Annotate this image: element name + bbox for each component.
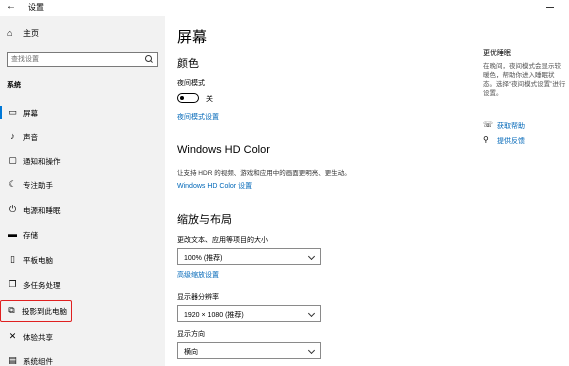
page-title: 屏幕 xyxy=(177,29,208,46)
moon-icon: ☾ xyxy=(8,179,17,189)
sidebar-item-storage[interactable]: ▬ 存储 xyxy=(0,224,165,246)
sidebar-item-sound[interactable]: ♪ 声音 xyxy=(0,126,165,148)
scale-layout-heading: 缩放与布局 xyxy=(177,214,232,226)
related-title: 更优睡眠 xyxy=(483,50,511,57)
night-light-state: 关 xyxy=(206,96,213,103)
main-content: 屏幕 颜色 夜间模式 关 夜间模式设置 Windows HD Color 让支持… xyxy=(165,16,475,366)
scale-label: 更改文本、应用等项目的大小 xyxy=(177,237,268,244)
title-bar: ← 设置 xyxy=(0,0,569,16)
hd-color-heading: Windows HD Color xyxy=(177,144,270,156)
orientation-dropdown[interactable]: 横向 xyxy=(177,342,321,359)
components-icon: ▤ xyxy=(8,355,17,365)
related-description: 在晚间，夜间模式会显示较暖色，帮助你进入睡眠状态。选择“夜间模式设置”进行设置。 xyxy=(483,63,566,97)
sidebar-item-label: 平板电脑 xyxy=(23,256,53,265)
related-panel: 更优睡眠 在晚间，夜间模式会显示较暖色，帮助你进入睡眠状态。选择“夜间模式设置”… xyxy=(475,16,569,366)
night-light-settings-link[interactable]: 夜间模式设置 xyxy=(177,112,219,122)
orientation-label: 显示方向 xyxy=(177,331,205,338)
sidebar-item-label: 屏幕 xyxy=(23,109,38,118)
chevron-down-icon xyxy=(307,346,316,355)
feedback-icon: ⚲ xyxy=(483,135,489,144)
chevron-down-icon xyxy=(307,252,316,261)
speaker-icon: ♪ xyxy=(10,131,15,141)
share-icon: ✕ xyxy=(8,331,17,341)
hd-color-description: 让支持 HDR 的视频、游戏和应用中的画面更明亮、更生动。 xyxy=(177,170,351,177)
display-icon: ▭ xyxy=(8,107,17,117)
storage-icon: ▬ xyxy=(8,229,17,239)
sidebar-home-label: 主页 xyxy=(23,29,39,38)
sidebar-item-multitasking[interactable]: ❐ 多任务处理 xyxy=(0,274,165,296)
sidebar-item-display[interactable]: ▭ 屏幕 xyxy=(0,102,165,124)
back-arrow-icon[interactable]: ← xyxy=(6,1,18,13)
power-icon: ⏻ xyxy=(8,204,17,214)
search-input[interactable] xyxy=(11,54,136,65)
search-icon[interactable] xyxy=(145,55,154,64)
hd-color-settings-link[interactable]: Windows HD Color 设置 xyxy=(177,181,252,191)
project-icon: ⧉ xyxy=(8,305,15,315)
sidebar-item-label: 存储 xyxy=(23,231,38,240)
sidebar-item-label: 声音 xyxy=(23,133,38,142)
chevron-down-icon xyxy=(307,309,316,318)
feedback-link[interactable]: 提供反馈 xyxy=(497,136,525,146)
orientation-value: 横向 xyxy=(184,349,198,356)
sidebar-item-label: 体验共享 xyxy=(23,333,53,342)
home-icon: ⌂ xyxy=(7,28,13,38)
sidebar-item-label: 电源和睡眠 xyxy=(23,206,61,215)
resolution-dropdown[interactable]: 1920 × 1080 (推荐) xyxy=(177,305,321,322)
sidebar-item-focus-assist[interactable]: ☾ 专注助手 xyxy=(0,174,165,196)
sidebar-item-shared-experiences[interactable]: ✕ 体验共享 xyxy=(0,326,165,348)
minimize-icon[interactable] xyxy=(545,2,555,12)
sidebar-item-notifications[interactable]: ▢ 通知和操作 xyxy=(0,150,165,172)
multitasking-icon: ❐ xyxy=(8,279,17,289)
sidebar-item-power[interactable]: ⏻ 电源和睡眠 xyxy=(0,199,165,221)
sidebar-item-project[interactable]: ⧉ 投影到此电脑 xyxy=(0,300,72,322)
sidebar: ⌂ 主页 系统 ▭ 屏幕 ♪ 声音 ▢ 通知和操作 ☾ 专注助手 ⏻ 电源和睡眠… xyxy=(0,16,165,366)
night-light-toggle[interactable] xyxy=(177,93,199,103)
sidebar-section-label: 系统 xyxy=(7,82,21,89)
help-icon: ☏ xyxy=(483,120,494,129)
sidebar-item-label: 多任务处理 xyxy=(23,281,61,290)
sidebar-item-label: 系统组件 xyxy=(23,357,53,366)
night-light-label: 夜间模式 xyxy=(177,80,205,87)
notification-icon: ▢ xyxy=(8,155,17,165)
resolution-value: 1920 × 1080 (推荐) xyxy=(184,312,244,319)
color-heading: 颜色 xyxy=(177,58,199,70)
sidebar-item-components[interactable]: ▤ 系统组件 xyxy=(0,350,165,366)
sidebar-item-label: 专注助手 xyxy=(23,181,53,190)
sidebar-item-label: 投影到此电脑 xyxy=(22,307,67,316)
resolution-label: 显示器分辨率 xyxy=(177,294,219,301)
scale-dropdown[interactable]: 100% (推荐) xyxy=(177,248,321,265)
scale-value: 100% (推荐) xyxy=(184,255,223,262)
app-title: 设置 xyxy=(28,3,44,12)
search-field[interactable] xyxy=(7,52,158,67)
get-help-link[interactable]: 获取帮助 xyxy=(497,121,525,131)
sidebar-item-tablet[interactable]: ▯ 平板电脑 xyxy=(0,249,165,271)
sidebar-item-label: 通知和操作 xyxy=(23,157,61,166)
tablet-icon: ▯ xyxy=(10,254,15,264)
sidebar-home[interactable]: ⌂ 主页 xyxy=(0,27,165,41)
advanced-scaling-link[interactable]: 高级缩放设置 xyxy=(177,270,219,280)
